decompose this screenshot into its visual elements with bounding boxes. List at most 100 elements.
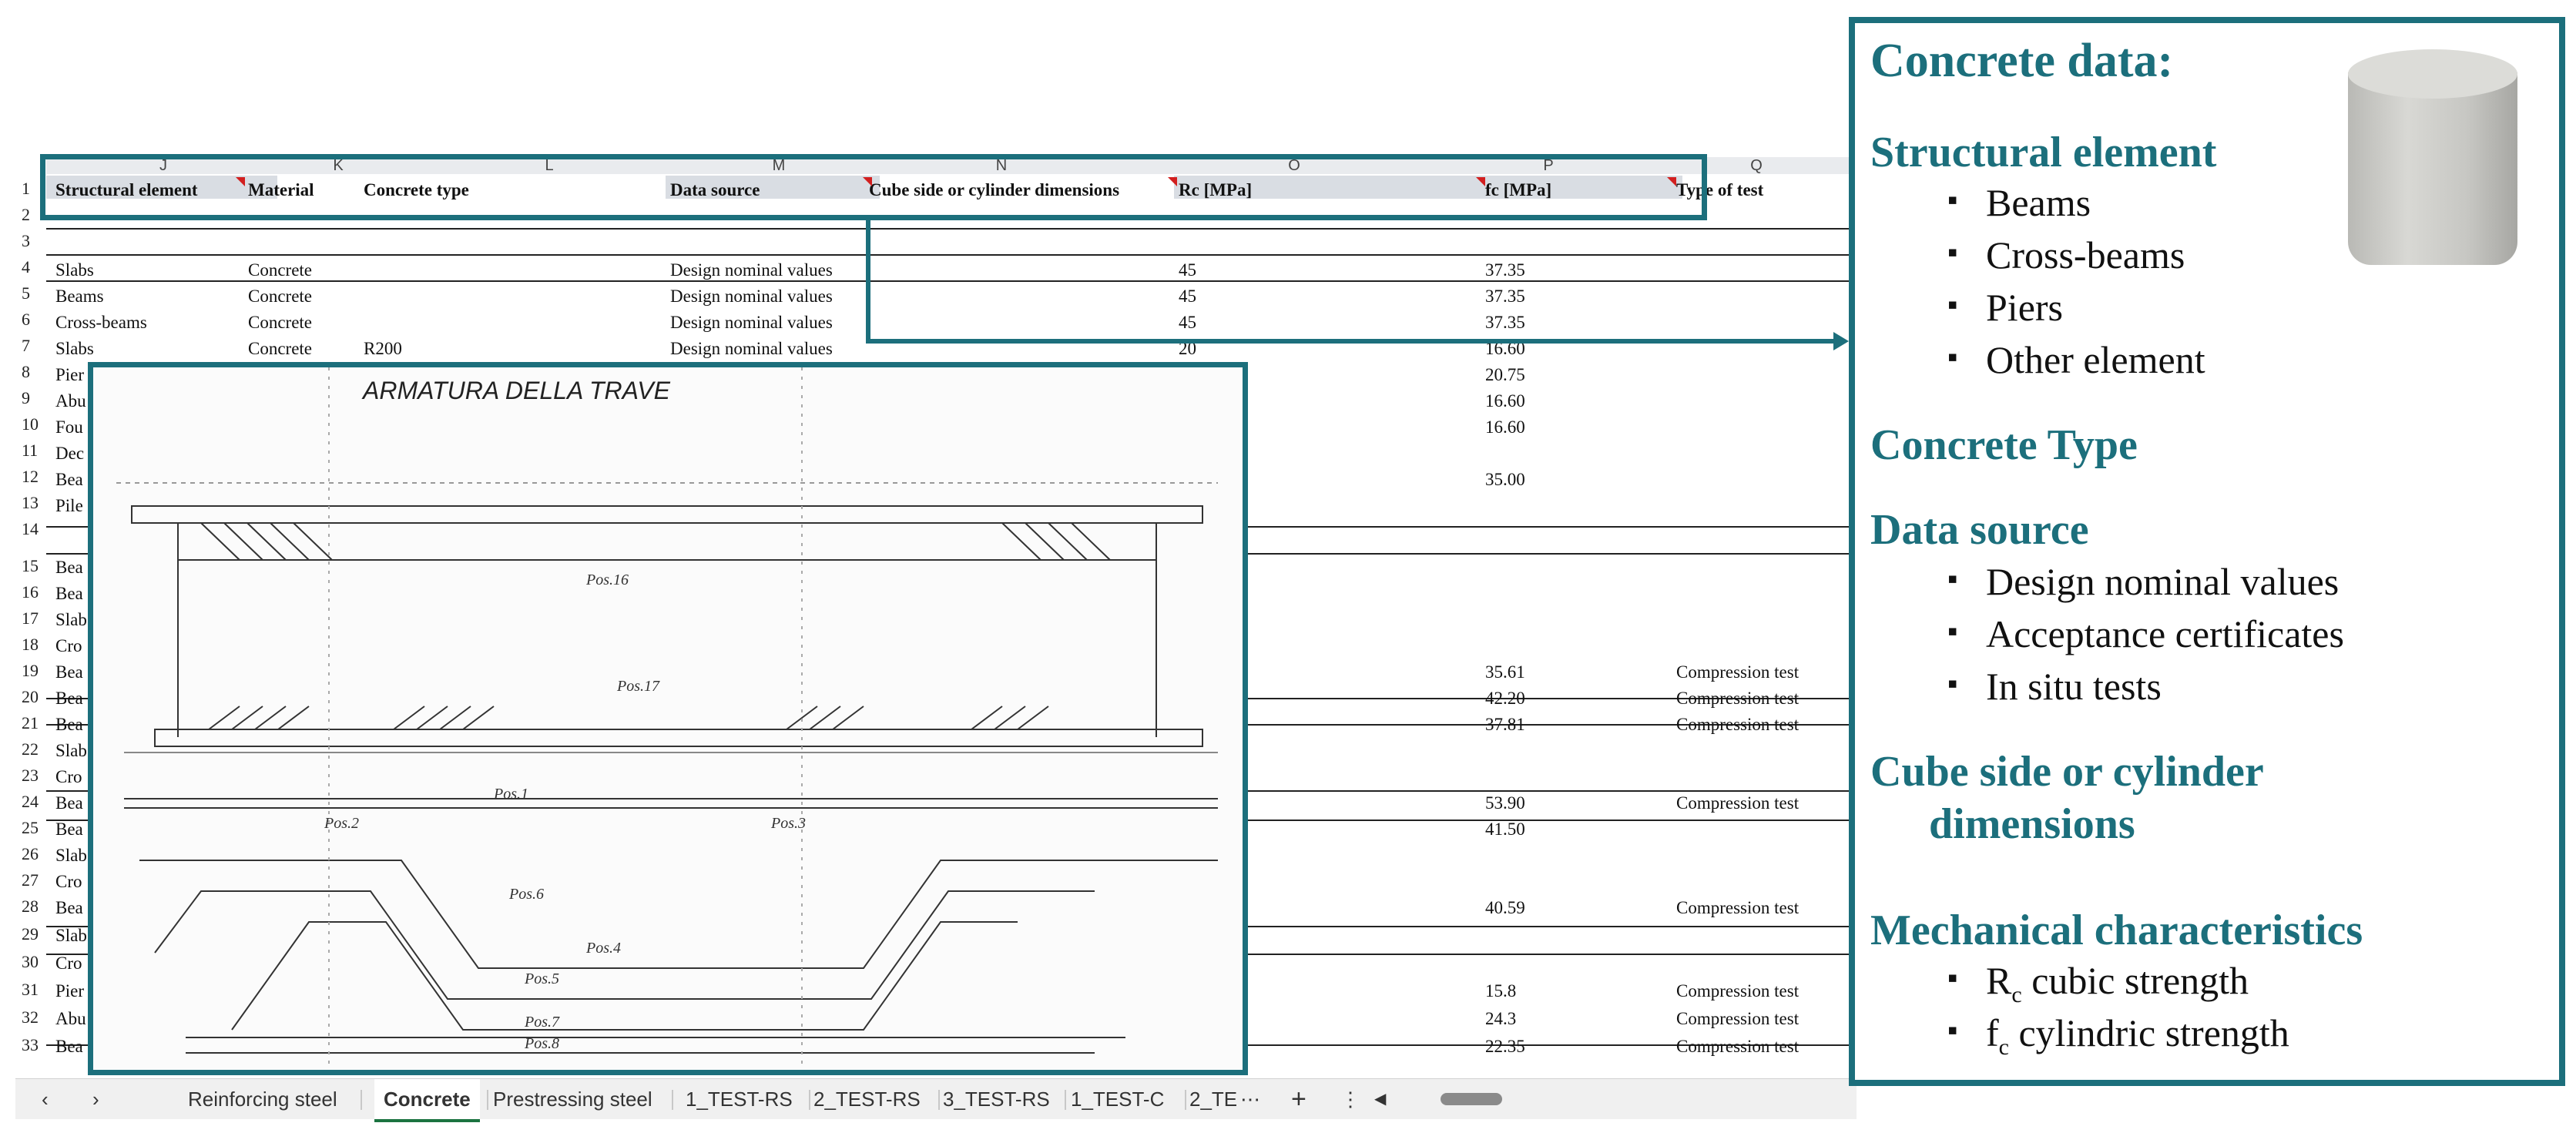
scroll-left-icon[interactable]: ◀ [1374, 1079, 1386, 1119]
cell-test[interactable]: Compression test [1676, 662, 1799, 682]
cell-material[interactable]: Concrete [248, 339, 312, 359]
cell-element[interactable]: Pier [55, 981, 84, 1001]
cell-element[interactable]: Bea [55, 470, 83, 490]
cell-rc[interactable]: 45 [1179, 313, 1196, 333]
cell-material[interactable]: Concrete [248, 287, 312, 307]
cell-element[interactable]: Bea [55, 793, 83, 813]
cell-element[interactable]: Slabs [55, 260, 94, 280]
row-number[interactable]: 19 [15, 661, 52, 681]
cell-element[interactable]: Slab [55, 610, 87, 630]
cell-element[interactable]: Bea [55, 689, 83, 709]
row-number[interactable]: 16 [15, 582, 52, 602]
cell-fc[interactable]: 41.50 [1485, 820, 1525, 840]
cell-element[interactable]: Bea [55, 715, 83, 735]
tab-prestressing-steel[interactable]: Prestressing steel [493, 1079, 652, 1119]
cell-element[interactable]: Fou [55, 417, 83, 437]
cell-fc[interactable]: 20.75 [1485, 365, 1525, 385]
cell-fc[interactable]: 37.35 [1485, 260, 1525, 280]
horizontal-scrollbar[interactable] [1441, 1093, 1502, 1105]
row-number[interactable]: 24 [15, 792, 52, 812]
tab-reinforcing-steel[interactable]: Reinforcing steel [188, 1079, 337, 1119]
cell-element[interactable]: Cro [55, 767, 82, 787]
cell-test[interactable]: Compression test [1676, 793, 1799, 813]
cell-test[interactable]: Compression test [1676, 715, 1799, 735]
cell-element[interactable]: Pile [55, 496, 83, 516]
cell-element[interactable]: Bea [55, 820, 83, 840]
cell-element[interactable]: Cross-beams [55, 313, 147, 333]
row-number[interactable]: 26 [15, 844, 52, 864]
cell-material[interactable]: Concrete [248, 313, 312, 333]
row-number[interactable]: 18 [15, 635, 52, 655]
cell-element[interactable]: Slabs [55, 339, 94, 359]
cell-element[interactable]: Bea [55, 558, 83, 578]
cell-test[interactable]: Compression test [1676, 1037, 1799, 1057]
row-number[interactable]: 31 [15, 980, 52, 1000]
row-number[interactable]: 5 [15, 283, 52, 303]
add-sheet-icon[interactable]: + [1291, 1079, 1306, 1119]
row-number[interactable]: 3 [15, 231, 52, 251]
cell-element[interactable]: Cro [55, 636, 82, 656]
cell-fc[interactable]: 15.8 [1485, 981, 1516, 1001]
row-number[interactable]: 9 [15, 388, 52, 408]
tab-concrete[interactable]: Concrete [374, 1079, 480, 1122]
cell-type[interactable]: R200 [364, 339, 402, 359]
cell-test[interactable]: Compression test [1676, 898, 1799, 918]
row-number[interactable]: 10 [15, 414, 52, 434]
cell-element[interactable]: Pier [55, 365, 84, 385]
cell-fc[interactable]: 37.35 [1485, 287, 1525, 307]
cell-source[interactable]: Design nominal values [670, 287, 833, 307]
row-number[interactable]: 28 [15, 897, 52, 917]
cell-fc[interactable]: 40.59 [1485, 898, 1525, 918]
cell-element[interactable]: Abu [55, 1009, 86, 1029]
tab-2-test-rs[interactable]: 2_TEST-RS [813, 1079, 921, 1119]
row-number[interactable]: 33 [15, 1035, 52, 1055]
tab-3-test-rs[interactable]: 3_TEST-RS [943, 1079, 1050, 1119]
cell-element[interactable]: Cro [55, 954, 82, 974]
row-number[interactable]: 25 [15, 818, 52, 838]
cell-test[interactable]: Compression test [1676, 689, 1799, 709]
row-number[interactable]: 4 [15, 257, 52, 277]
cell-source[interactable]: Design nominal values [670, 313, 833, 333]
cell-fc[interactable]: 37.81 [1485, 715, 1525, 735]
cell-fc[interactable]: 35.61 [1485, 662, 1525, 682]
row-number[interactable]: 11 [15, 441, 52, 461]
tab-next-icon[interactable]: › [92, 1079, 99, 1119]
cell-element[interactable]: Beams [55, 287, 104, 307]
row-number[interactable]: 22 [15, 739, 52, 759]
row-number[interactable]: 21 [15, 713, 52, 733]
cell-fc[interactable]: 24.3 [1485, 1009, 1516, 1029]
cell-source[interactable]: Design nominal values [670, 260, 833, 280]
cell-source[interactable]: Design nominal values [670, 339, 833, 359]
row-number[interactable]: 29 [15, 924, 52, 944]
tab-1-test-rs[interactable]: 1_TEST-RS [686, 1079, 793, 1119]
cell-element[interactable]: Bea [55, 662, 83, 682]
cell-element[interactable]: Cro [55, 872, 82, 892]
cell-element[interactable]: Bea [55, 898, 83, 918]
row-number[interactable]: 8 [15, 362, 52, 382]
tab-prev-icon[interactable]: ‹ [42, 1079, 49, 1119]
options-icon[interactable]: ⋮ [1340, 1079, 1360, 1119]
row-number[interactable]: 15 [15, 556, 52, 576]
cell-fc[interactable]: 16.60 [1485, 391, 1525, 411]
cell-element[interactable]: Slab [55, 926, 87, 946]
tab-1-test-c[interactable]: 1_TEST-C [1071, 1079, 1164, 1119]
cell-fc[interactable]: 53.90 [1485, 793, 1525, 813]
tab-2-te[interactable]: 2_TE [1189, 1079, 1237, 1119]
cell-fc[interactable]: 37.35 [1485, 313, 1525, 333]
cell-fc[interactable]: 42.20 [1485, 689, 1525, 709]
cell-test[interactable]: Compression test [1676, 981, 1799, 1001]
cell-rc[interactable]: 45 [1179, 287, 1196, 307]
row-number[interactable]: 14 [15, 519, 52, 539]
row-number[interactable]: 6 [15, 310, 52, 330]
row-number[interactable]: 12 [15, 467, 52, 487]
cell-element[interactable]: Dec [55, 444, 84, 464]
cell-fc[interactable]: 35.00 [1485, 470, 1525, 490]
row-number[interactable]: 30 [15, 952, 52, 972]
cell-element[interactable]: Bea [55, 584, 83, 604]
row-number[interactable]: 7 [15, 336, 52, 356]
cell-fc[interactable]: 22.35 [1485, 1037, 1525, 1057]
row-number[interactable]: 32 [15, 1007, 52, 1027]
cell-fc[interactable]: 16.60 [1485, 417, 1525, 437]
cell-element[interactable]: Bea [55, 1037, 83, 1057]
more-tabs-icon[interactable]: ⋯ [1240, 1079, 1260, 1119]
